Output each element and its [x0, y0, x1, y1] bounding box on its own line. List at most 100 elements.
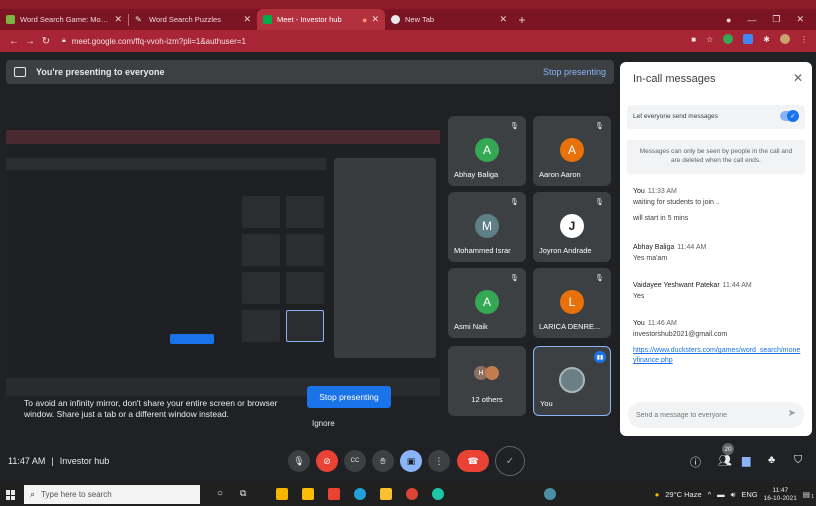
- message-input[interactable]: [636, 408, 776, 422]
- participant-name: LARICA DENRE...: [539, 322, 601, 331]
- cortana-icon[interactable]: ○: [217, 488, 223, 499]
- extension-icon[interactable]: [723, 34, 734, 44]
- clock-time: 11:47: [772, 486, 789, 494]
- menu-icon[interactable]: ⋮: [800, 35, 808, 44]
- camera-off-icon[interactable]: ⊘: [316, 450, 338, 472]
- participant-name: Aaron Aaron: [539, 170, 581, 179]
- mic-off-icon: 🎙︎: [510, 275, 519, 282]
- close-tab-icon[interactable]: ✕: [499, 14, 507, 25]
- self-video: [559, 367, 585, 393]
- network-icon[interactable]: ▬: [717, 490, 725, 499]
- leave-call-button[interactable]: ☎︎: [457, 450, 489, 472]
- new-tab-button[interactable]: +: [513, 9, 531, 30]
- in-call-messages-panel: In-call messages ✕ Let everyone send mes…: [620, 62, 812, 436]
- reload-icon[interactable]: ↻: [38, 36, 54, 47]
- close-tab-icon[interactable]: ✕: [114, 14, 122, 25]
- tray-arrow-icon[interactable]: ^: [708, 490, 712, 499]
- puzzle-icon[interactable]: ✱: [763, 35, 770, 44]
- message-link[interactable]: https://www.ducksters.com/games/word_sea…: [633, 347, 800, 364]
- mirror-tile: [286, 272, 324, 304]
- raise-hand-icon[interactable]: ✋︎: [372, 450, 394, 472]
- participant-tile[interactable]: 🎙︎ M Mohammed Israr: [448, 192, 526, 262]
- ignore-button[interactable]: Ignore: [312, 419, 338, 428]
- info-icon[interactable]: ⓘ: [690, 454, 701, 470]
- close-icon[interactable]: ✕: [793, 71, 803, 85]
- url-field[interactable]: 🔒︎ meet.google.com/ffq-vvoh-izm?pli=1&au…: [62, 37, 246, 46]
- mic-icon[interactable]: 🎙︎: [288, 450, 310, 472]
- more-options-icon[interactable]: ⋮: [428, 450, 450, 472]
- tab-word-search-game[interactable]: Word Search Game: Money and ✕: [0, 9, 128, 30]
- people-icon[interactable]: 👥︎: [718, 454, 732, 467]
- tab-favicon-icon: [6, 15, 15, 24]
- self-tile[interactable]: ▮▮ You: [533, 346, 611, 416]
- avatar: A: [560, 138, 584, 162]
- tab-word-search-puzzles[interactable]: ✎ Word Search Puzzles ✕: [129, 9, 257, 30]
- camera-icon[interactable]: ■: [691, 35, 696, 44]
- language-indicator[interactable]: ENG: [741, 490, 757, 499]
- message-time: 11:33 AM: [647, 188, 677, 195]
- windows-start-icon[interactable]: [6, 490, 16, 500]
- extension-icon[interactable]: [743, 34, 754, 44]
- tab-title: Word Search Puzzles: [149, 15, 221, 24]
- edge-icon[interactable]: [432, 488, 444, 500]
- weather-text[interactable]: 29°C Haze: [665, 490, 701, 499]
- activities-icon[interactable]: ♣: [768, 454, 775, 466]
- task-view-icon[interactable]: ⧉: [240, 488, 246, 499]
- avatar[interactable]: [780, 34, 790, 44]
- sticky-notes-icon[interactable]: [380, 488, 392, 500]
- maximize-icon[interactable]: ❐: [772, 14, 780, 25]
- participant-tile[interactable]: 🎙︎ A Abhay Baliga: [448, 116, 526, 186]
- close-tab-icon[interactable]: ✕: [243, 14, 251, 25]
- mic-off-icon: 🎙︎: [595, 275, 604, 282]
- window-top-strip: [0, 0, 816, 9]
- chrome-icon: [391, 15, 400, 24]
- profile-icon[interactable]: ●: [726, 15, 731, 25]
- present-screen-icon: [14, 67, 26, 77]
- clock[interactable]: 11:47 16-10-2021: [764, 487, 797, 503]
- taskbar-search[interactable]: ⌕ Type here to search: [24, 485, 200, 504]
- chat-icon[interactable]: ▆: [742, 454, 750, 467]
- volume-icon[interactable]: 🔊︎: [731, 490, 736, 500]
- close-window-icon[interactable]: ✕: [796, 14, 804, 25]
- others-tile[interactable]: H 12 others: [448, 346, 526, 416]
- mirror-banner: [6, 158, 326, 170]
- mic-off-icon: 🎙︎: [595, 199, 604, 206]
- tab-meet-investor-hub[interactable]: Meet - Investor hub ● ✕: [257, 9, 385, 30]
- check-icon: ✓: [787, 110, 799, 122]
- others-avatars: H: [474, 366, 499, 380]
- tab-new-tab[interactable]: New Tab ✕: [385, 9, 513, 30]
- check-circle-icon: ✓: [495, 446, 525, 476]
- minimize-icon[interactable]: —: [747, 15, 756, 25]
- app-icon[interactable]: [544, 488, 556, 500]
- windows-taskbar: ⌕ Type here to search ○ ⧉ ● 29°C Haze ^ …: [0, 483, 816, 506]
- bookmark-star-icon[interactable]: ☆: [706, 35, 713, 44]
- search-placeholder: Type here to search: [41, 490, 112, 499]
- close-tab-icon[interactable]: ✕: [371, 14, 379, 25]
- meeting-info: 11:47 AM | Investor hub: [8, 456, 110, 466]
- send-icon[interactable]: ➤: [788, 408, 796, 419]
- mirror-tile: [286, 196, 324, 228]
- pencil-icon: ✎: [135, 15, 142, 24]
- store-icon[interactable]: [276, 488, 288, 500]
- chrome-icon[interactable]: [406, 488, 418, 500]
- telegram-icon[interactable]: [354, 488, 366, 500]
- participant-tile[interactable]: 🎙︎ J Joyron Andrade: [533, 192, 611, 262]
- host-controls-icon[interactable]: ⛉: [794, 454, 802, 467]
- participant-tile[interactable]: 🎙︎ L LARICA DENRE...: [533, 268, 611, 338]
- tab-title: Word Search Game: Money and: [20, 15, 110, 24]
- notification-icon[interactable]: ▤ 1: [803, 490, 814, 500]
- stop-presenting-button[interactable]: Stop presenting: [307, 386, 391, 408]
- captions-icon[interactable]: CC: [344, 450, 366, 472]
- message-text: waiting for students to join ..: [633, 199, 720, 206]
- participant-tile[interactable]: 🎙︎ A Aaron Aaron: [533, 116, 611, 186]
- app-icon[interactable]: [328, 488, 340, 500]
- message-text: investorshub2021@gmail.com: [633, 331, 728, 338]
- present-icon[interactable]: ▣: [400, 450, 422, 472]
- stop-presenting-link[interactable]: Stop presenting: [543, 67, 606, 77]
- file-explorer-icon[interactable]: [302, 488, 314, 500]
- mirror-tile: [242, 234, 280, 266]
- allow-messages-toggle[interactable]: ✓: [780, 110, 799, 122]
- participant-tile[interactable]: 🎙︎ A Asmi Naik: [448, 268, 526, 338]
- back-icon[interactable]: ←: [6, 36, 22, 47]
- forward-icon[interactable]: →: [22, 36, 38, 47]
